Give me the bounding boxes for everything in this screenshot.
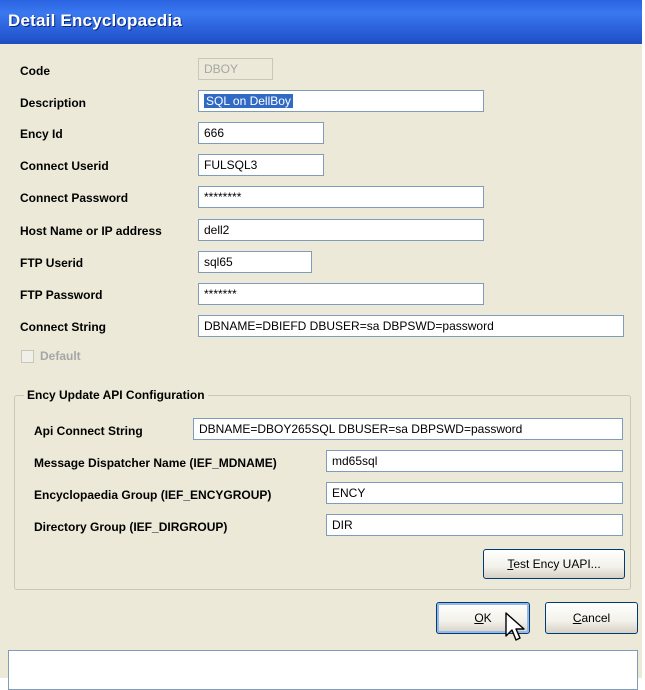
connect-password-field[interactable]: ********: [198, 186, 484, 208]
connect-userid-field[interactable]: FULSQL3: [198, 154, 324, 176]
code-label: Code: [20, 64, 50, 78]
mdname-label: Message Dispatcher Name (IEF_MDNAME): [34, 456, 277, 470]
host-field[interactable]: dell2: [198, 219, 484, 241]
api-connect-string-field[interactable]: DBNAME=DBOY265SQL DBUSER=sa DBPSWD=passw…: [193, 418, 623, 440]
title-bar[interactable]: Detail Encyclopaedia: [0, 0, 645, 44]
ftp-userid-field[interactable]: sql65: [198, 251, 312, 273]
ency-id-label: Ency Id: [20, 127, 63, 141]
cancel-button[interactable]: Cancel: [545, 602, 638, 634]
default-checkbox: [21, 350, 34, 363]
connect-string-field[interactable]: DBNAME=DBIEFD DBUSER=sa DBPSWD=password: [198, 315, 624, 337]
connect-password-label: Connect Password: [20, 191, 129, 205]
connect-userid-label: Connect Userid: [20, 159, 109, 173]
mdname-field[interactable]: md65sql: [326, 450, 623, 472]
connect-string-label: Connect String: [20, 320, 106, 334]
mouse-pointer-icon: [505, 612, 525, 641]
group-title: Ency Update API Configuration: [24, 388, 208, 402]
dirgroup-label: Directory Group (IEF_DIRGROUP): [34, 520, 228, 534]
detail-encyclopaedia-dialog: Detail Encyclopaedia Code DBOY Descripti…: [0, 0, 645, 690]
ok-button-label: K: [483, 611, 492, 625]
api-connect-string-label: Api Connect String: [34, 424, 143, 438]
description-field[interactable]: SQL on DellBoy: [198, 90, 484, 112]
test-ency-uapi-button[interactable]: Test Ency UAPI...: [483, 549, 625, 579]
ftp-password-label: FTP Password: [20, 288, 103, 302]
ency-id-field[interactable]: 666: [198, 122, 324, 144]
host-label: Host Name or IP address: [20, 224, 162, 238]
ftp-password-field[interactable]: *******: [198, 283, 484, 305]
ftp-userid-label: FTP Userid: [20, 256, 84, 270]
encygroup-field[interactable]: ENCY: [326, 482, 623, 504]
ok-button-mnemonic: O: [474, 611, 484, 625]
dirgroup-field[interactable]: DIR: [326, 514, 623, 536]
test-button-label: est Ency UAPI...: [513, 557, 601, 571]
default-checkbox-label: Default: [40, 349, 81, 363]
window-title: Detail Encyclopaedia: [8, 11, 183, 30]
cancel-button-label: ancel: [581, 611, 611, 625]
encygroup-label: Encyclopaedia Group (IEF_ENCYGROUP): [34, 488, 272, 502]
description-selected-text: SQL on DellBoy: [204, 94, 293, 108]
code-field: DBOY: [198, 58, 273, 80]
status-pane: [8, 650, 638, 690]
description-label: Description: [20, 96, 87, 110]
